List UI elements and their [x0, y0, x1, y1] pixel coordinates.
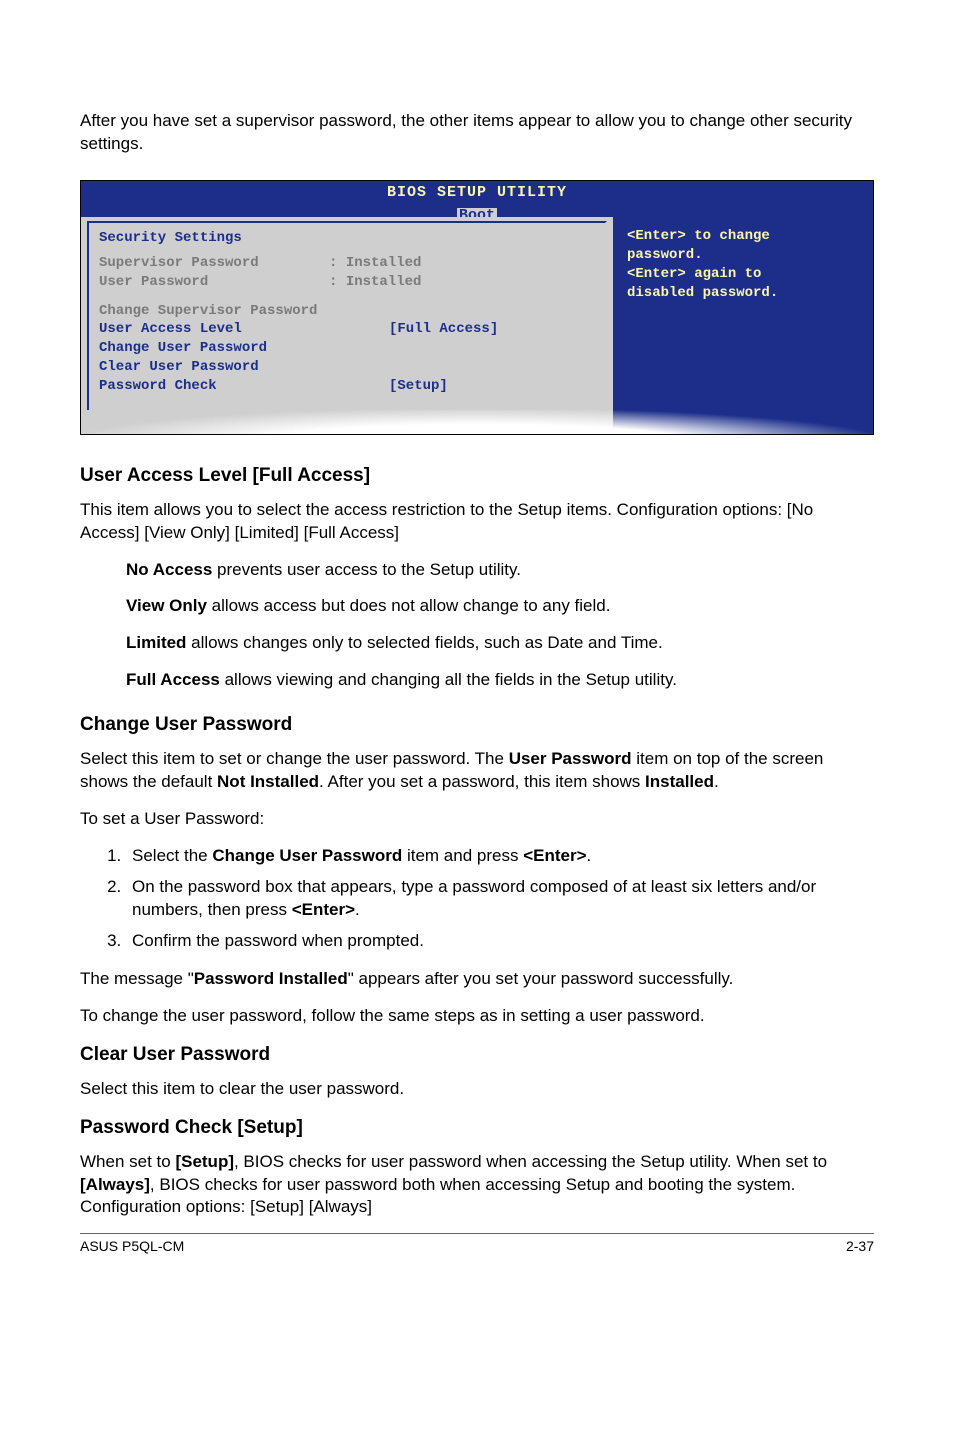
text-bold: [Always] — [80, 1175, 150, 1194]
user-password-value: Installed — [346, 274, 422, 290]
help-line: <Enter> to change — [627, 227, 859, 246]
text: , BIOS checks for user password when acc… — [234, 1152, 827, 1171]
full-access-label: Full Access — [126, 670, 220, 689]
user-access-level-label: User Access Level — [99, 320, 389, 339]
full-access-line: Full Access allows viewing and changing … — [126, 669, 874, 692]
text: . — [714, 772, 719, 791]
bios-body: Security Settings Supervisor Password : … — [81, 217, 873, 434]
text: The message " — [80, 969, 194, 988]
no-access-text: prevents user access to the Setup utilit… — [212, 560, 521, 579]
text: On the password box that appears, type a… — [132, 877, 816, 919]
cup-p4: To change the user password, follow the … — [80, 1005, 874, 1028]
text-bold: Not Installed — [217, 772, 319, 791]
cup-p1: Select this item to set or change the us… — [80, 748, 874, 794]
text-bold: Change User Password — [212, 846, 402, 865]
colon: : — [329, 274, 337, 290]
intro-paragraph: After you have set a supervisor password… — [80, 110, 874, 156]
text: . After you set a password, this item sh… — [319, 772, 645, 791]
bios-left-pane: Security Settings Supervisor Password : … — [81, 217, 613, 434]
user-password-label: User Password — [99, 274, 208, 290]
supervisor-password-value: Installed — [346, 255, 422, 271]
text-bold: Password Installed — [194, 969, 348, 988]
password-check-label: Password Check — [99, 377, 389, 396]
text: Select this item to set or change the us… — [80, 749, 509, 768]
step-2: On the password box that appears, type a… — [126, 876, 874, 922]
cup-p2: To set a User Password: — [80, 808, 874, 831]
limited-text: allows changes only to selected fields, … — [186, 633, 662, 652]
text-bold: Installed — [645, 772, 714, 791]
no-access-label: No Access — [126, 560, 212, 579]
user-access-level-value: [Full Access] — [389, 320, 498, 339]
step-3: Confirm the password when prompted. — [126, 930, 874, 953]
security-settings-heading: Security Settings — [99, 229, 595, 248]
step-1: Select the Change User Password item and… — [126, 845, 874, 868]
clear-user-password-item: Clear User Password — [99, 358, 595, 377]
clear-user-password-heading: Clear User Password — [80, 1042, 874, 1068]
change-user-password-heading: Change User Password — [80, 712, 874, 738]
colon: : — [329, 255, 337, 271]
supervisor-password-row: Supervisor Password : Installed — [99, 254, 595, 273]
text-bold: <Enter> — [292, 900, 355, 919]
user-access-level-item: User Access Level [Full Access] — [99, 320, 595, 339]
password-check-item: Password Check [Setup] — [99, 377, 595, 396]
cup-p3: The message "Password Installed" appears… — [80, 968, 874, 991]
view-only-line: View Only allows access but does not all… — [126, 595, 874, 618]
full-access-text: allows viewing and changing all the fiel… — [220, 670, 677, 689]
text: . — [355, 900, 360, 919]
text: Select the — [132, 846, 212, 865]
text: . — [587, 846, 592, 865]
text: " appears after you set your password su… — [348, 969, 734, 988]
text-bold: [Setup] — [175, 1152, 234, 1171]
set-user-password-steps: Select the Change User Password item and… — [80, 845, 874, 953]
view-only-label: View Only — [126, 596, 207, 615]
user-password-row: User Password : Installed — [99, 273, 595, 292]
text: , BIOS checks for user password both whe… — [80, 1175, 795, 1217]
supervisor-password-label: Supervisor Password — [99, 255, 259, 271]
clrup-text: Select this item to clear the user passw… — [80, 1078, 874, 1101]
limited-label: Limited — [126, 633, 186, 652]
text-bold: <Enter> — [523, 846, 586, 865]
help-line: password. — [627, 246, 859, 265]
change-user-password-item: Change User Password — [99, 339, 595, 358]
footer-product: ASUS P5QL-CM — [80, 1237, 184, 1256]
user-access-level-heading: User Access Level [Full Access] — [80, 463, 874, 489]
bios-title: BIOS SETUP UTILITY — [81, 183, 873, 203]
footer-page-number: 2-37 — [846, 1237, 874, 1256]
help-line: disabled password. — [627, 284, 859, 303]
limited-line: Limited allows changes only to selected … — [126, 632, 874, 655]
no-access-line: No Access prevents user access to the Se… — [126, 559, 874, 582]
page-footer: ASUS P5QL-CM 2-37 — [80, 1233, 874, 1256]
ual-description: This item allows you to select the acces… — [80, 499, 874, 545]
text: When set to — [80, 1152, 175, 1171]
password-check-value: [Setup] — [389, 377, 448, 396]
bios-screenshot: BIOS SETUP UTILITY Boot Security Setting… — [80, 180, 874, 435]
pwc-text: When set to [Setup], BIOS checks for use… — [80, 1151, 874, 1220]
bios-header: BIOS SETUP UTILITY Boot — [81, 181, 873, 217]
text: item and press — [402, 846, 523, 865]
change-supervisor-password-item: Change Supervisor Password — [99, 302, 595, 321]
password-check-heading: Password Check [Setup] — [80, 1115, 874, 1141]
view-only-text: allows access but does not allow change … — [207, 596, 611, 615]
bios-help-pane: <Enter> to change password. <Enter> agai… — [613, 217, 873, 434]
help-line: <Enter> again to — [627, 265, 859, 284]
text-bold: User Password — [509, 749, 632, 768]
ual-options: No Access prevents user access to the Se… — [80, 559, 874, 693]
